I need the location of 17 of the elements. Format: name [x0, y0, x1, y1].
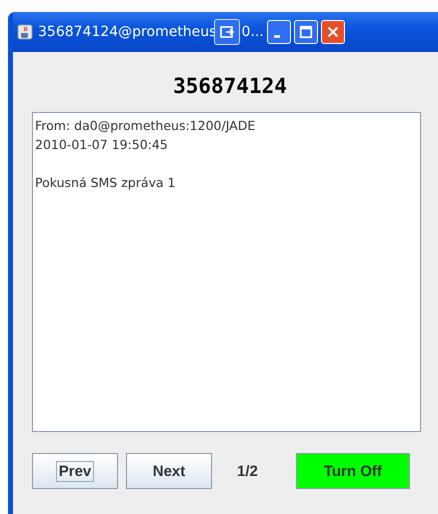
phone-number-heading: 356874124: [172, 73, 288, 100]
power-button[interactable]: Turn Off: [296, 453, 410, 489]
minimize-icon: [274, 34, 280, 38]
next-button[interactable]: Next: [126, 453, 212, 489]
close-icon: [326, 25, 340, 39]
title-bar-button[interactable]: [214, 19, 240, 45]
message-text-area[interactable]: From: da0@prometheus:1200/JADE 2010-01-07 19:50:45 Pokusná SMS zpráva 1: [32, 112, 421, 432]
minimize-button[interactable]: [266, 20, 291, 44]
page-counter: 1/2: [237, 462, 258, 480]
window-title: 0...: [241, 24, 264, 40]
prev-button[interactable]: Prev: [32, 453, 118, 489]
coffee-cup-icon: [17, 24, 33, 40]
maximize-button[interactable]: [294, 20, 318, 44]
close-button[interactable]: [320, 20, 345, 44]
maximize-icon: [298, 25, 313, 39]
arrow-into-box-icon: [219, 24, 236, 40]
window-title: 356874124@prometheus: [38, 24, 216, 40]
